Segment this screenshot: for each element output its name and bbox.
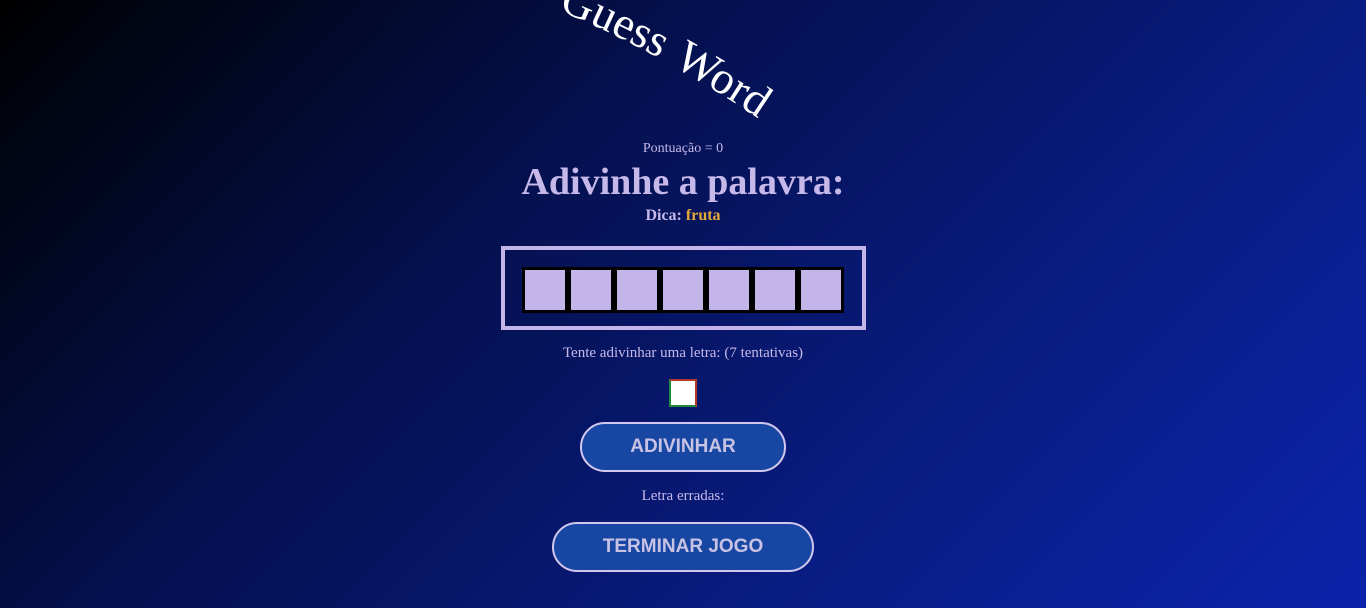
hint-label: Dica: [645,207,682,224]
prompt-text: Tente adivinhar uma letra: [562,345,721,361]
guess-prompt: Tente adivinhar uma letra: (7 tentativas… [0,345,1366,362]
wrong-letters: Letra erradas: [0,488,1366,505]
letter-slot [752,267,798,313]
end-game-button[interactable]: TERMINAR JOGO [552,522,814,572]
hint-value: fruta [685,207,721,224]
attempts-remaining: (7 tentativas) [724,345,804,361]
logo-word-word: Word [667,30,781,127]
logo-word-guess: Guess [554,0,679,67]
wrong-letters-label: Letra erradas: [641,488,725,504]
letter-slot [522,267,568,313]
guess-button[interactable]: ADIVINHAR [580,422,786,472]
logo-text: Guess Word [554,0,781,127]
letter-slot [706,267,752,313]
guess-word-logo: Guess Word [554,0,781,127]
hint: Dica: fruta [0,207,1366,225]
letter-input[interactable] [669,379,697,407]
letter-slot [568,267,614,313]
page-title: Adivinhe a palavra: [521,161,845,203]
score-value: 0 [716,141,724,156]
letter-slot [614,267,660,313]
letter-slot [660,267,706,313]
word-slots [522,267,844,313]
score-label: Pontuação [642,141,702,156]
word-board [501,246,866,330]
score-separator: = [701,141,717,156]
score-display: Pontuação = 0 [0,141,1366,157]
letter-slot [798,267,844,313]
